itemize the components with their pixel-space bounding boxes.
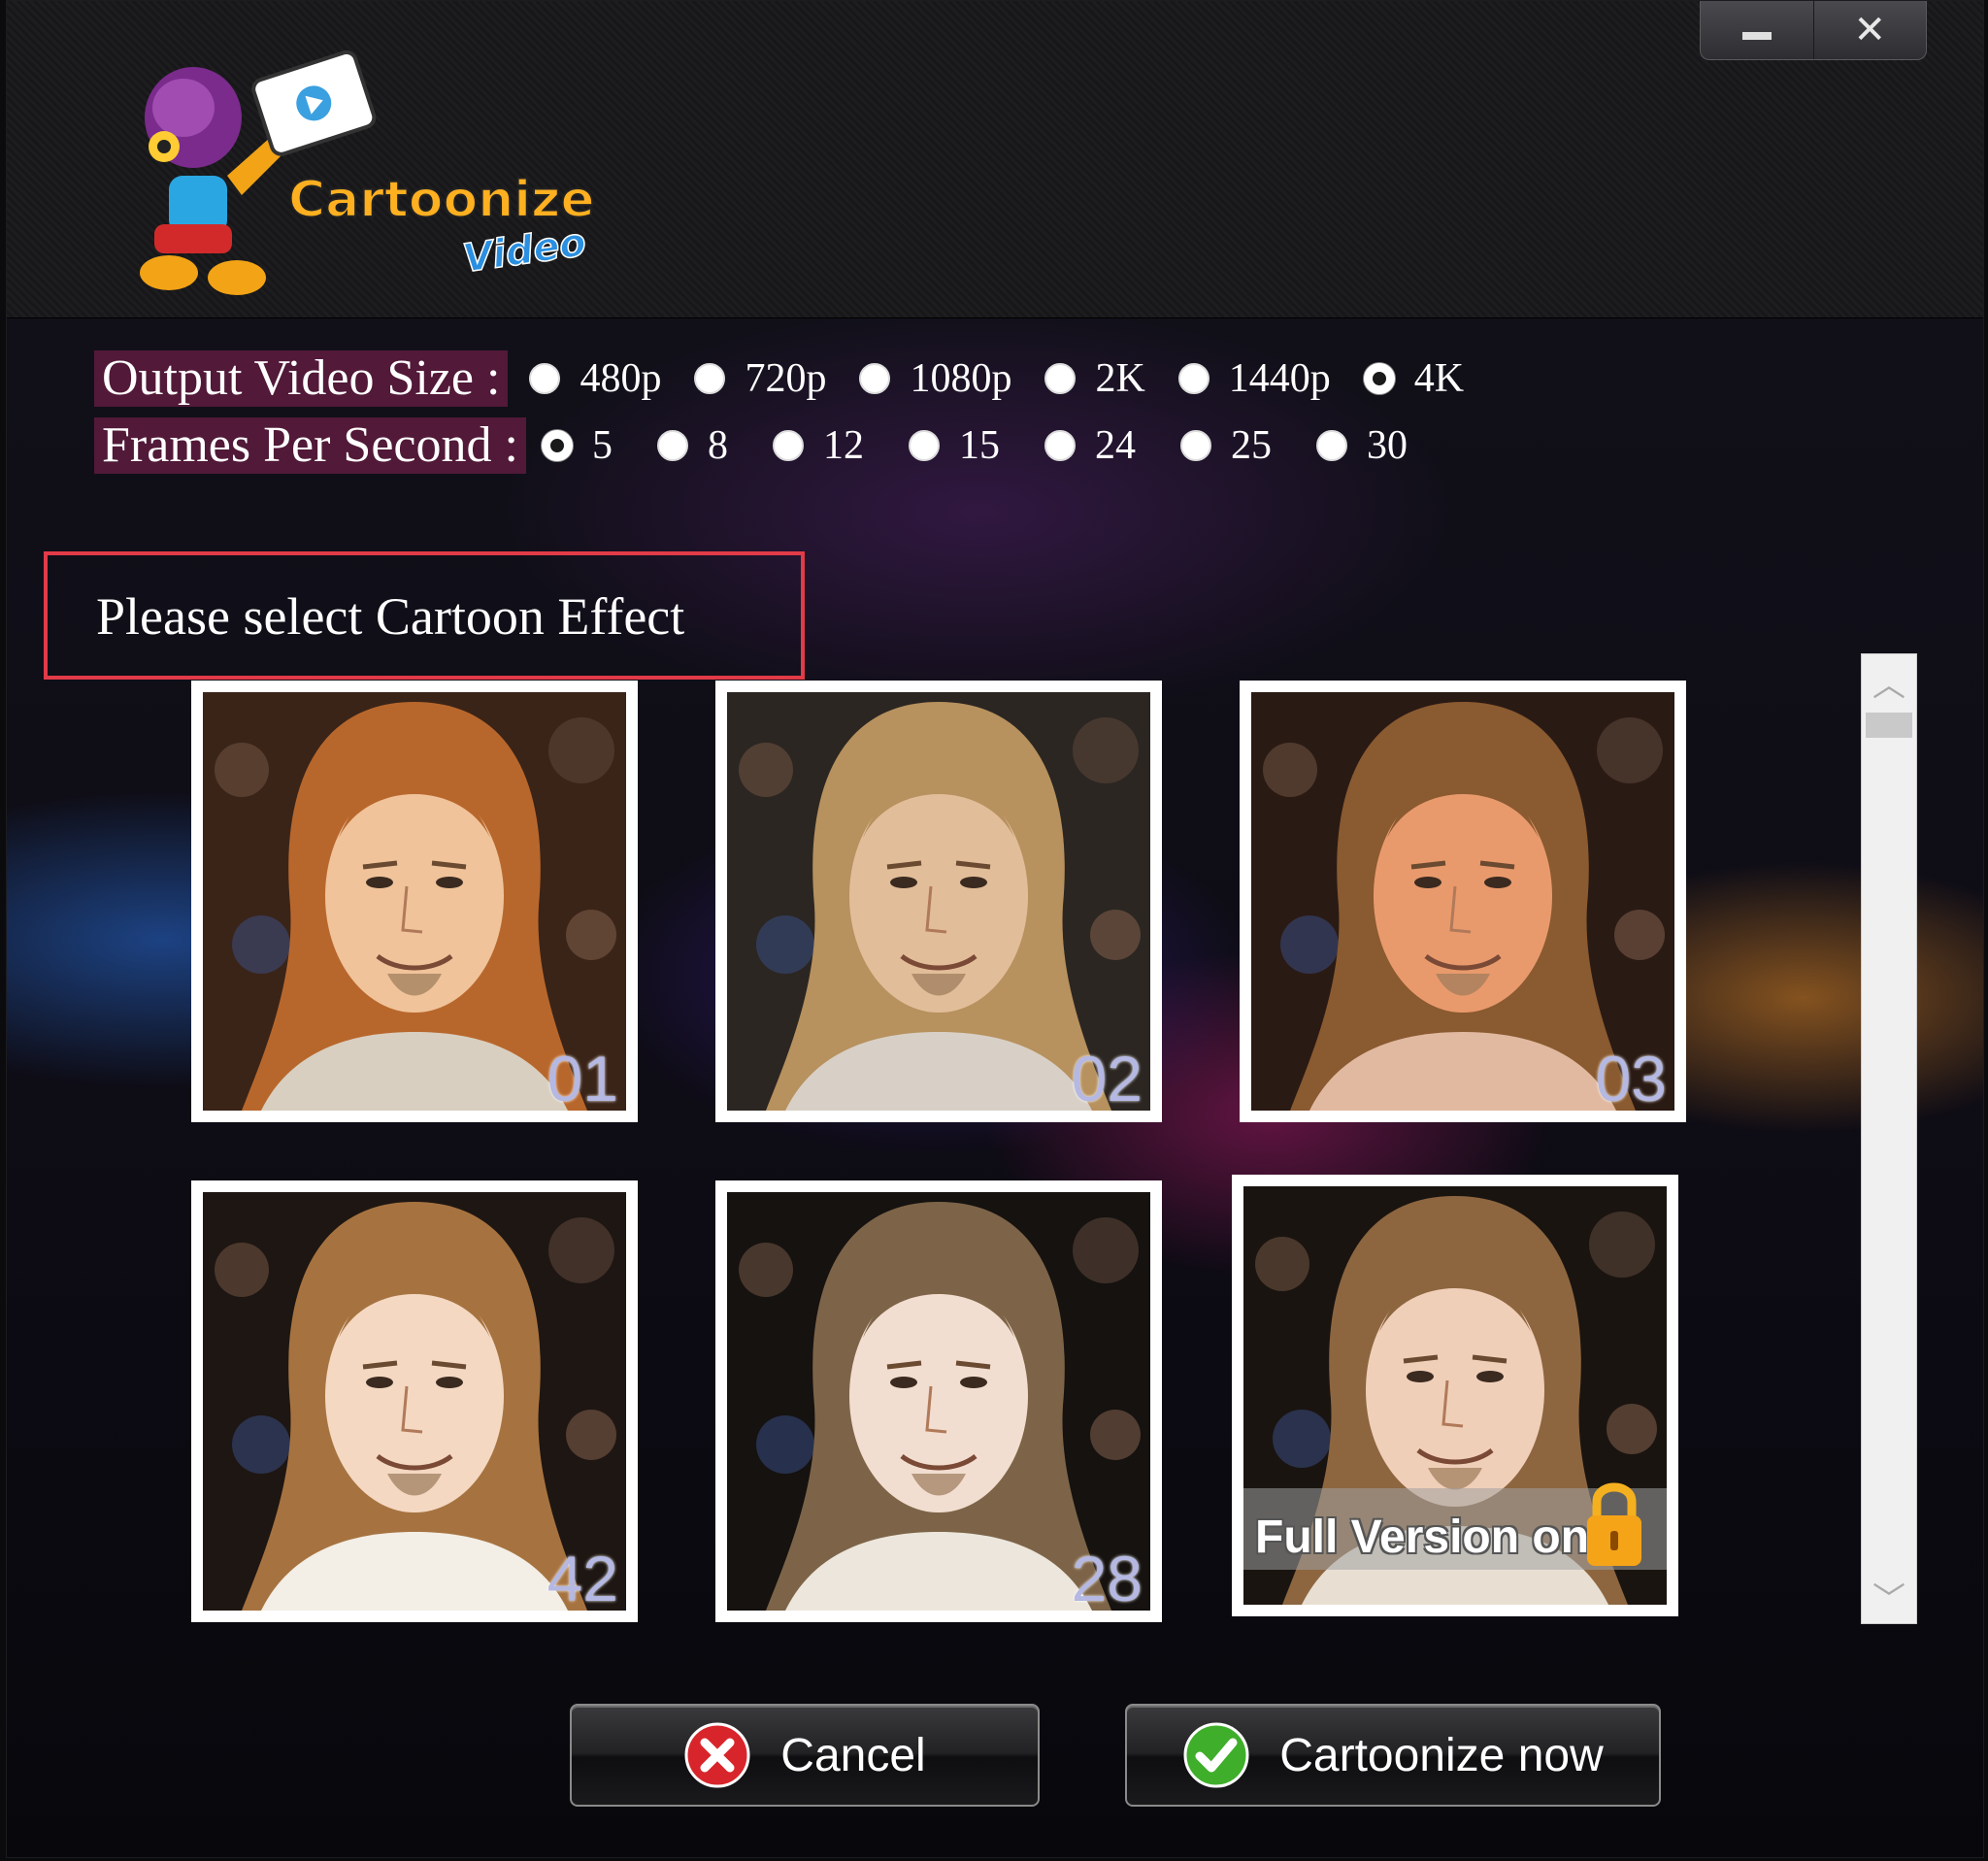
radio-label: 12: [822, 423, 864, 468]
lock-icon: [1587, 1482, 1641, 1566]
effect-number: 03: [1595, 1043, 1667, 1114]
video-card-icon: [251, 50, 377, 156]
app-window: Cartoonize Video ✕ Output Video Size : 4…: [6, 0, 1984, 1858]
logo-word-cartoonize: Cartoonize: [288, 171, 595, 229]
radio-option-30[interactable]: 30: [1315, 422, 1408, 469]
radio-option-1440p[interactable]: 1440p: [1177, 355, 1331, 402]
radio-label: 2K: [1095, 356, 1145, 401]
effect-number: 28: [1071, 1543, 1143, 1614]
radio-label: 1440p: [1228, 356, 1331, 401]
radio-button[interactable]: [656, 430, 688, 461]
radio-label: 4K: [1413, 356, 1465, 401]
radio-option-480p[interactable]: 480p: [529, 355, 661, 402]
cancel-label: Cancel: [780, 1729, 926, 1781]
prompt-text: Please select Cartoon Effect: [96, 587, 685, 646]
locked-label: Full Version only: [1255, 1512, 1629, 1563]
radio-button[interactable]: [541, 430, 573, 461]
radio-label: 25: [1230, 423, 1272, 468]
radio-button[interactable]: [908, 430, 940, 461]
radio-option-15[interactable]: 15: [908, 422, 1000, 469]
radio-button[interactable]: [529, 363, 561, 394]
effect-number: 02: [1071, 1043, 1143, 1114]
radio-option-720p[interactable]: 720p: [694, 355, 826, 402]
radio-button[interactable]: [1044, 430, 1076, 461]
radio-option-25[interactable]: 25: [1179, 422, 1272, 469]
fps-row: Frames Per Second : 5 8 12 15 24 25 30: [94, 417, 1408, 474]
radio-label: 24: [1094, 423, 1136, 468]
close-icon: ✕: [1853, 8, 1886, 52]
minimize-button[interactable]: [1701, 1, 1813, 59]
radio-option-4k[interactable]: 4K: [1363, 355, 1465, 402]
radio-option-2k[interactable]: 2K: [1044, 355, 1145, 402]
cancel-x-icon: [684, 1722, 750, 1788]
radio-label: 15: [958, 423, 1000, 468]
radio-label: 480p: [580, 356, 662, 401]
fps-label: Frames Per Second :: [94, 417, 526, 474]
radio-option-24[interactable]: 24: [1044, 422, 1136, 469]
close-button[interactable]: ✕: [1812, 1, 1927, 59]
cartoonize-now-button[interactable]: Cartoonize now: [1125, 1704, 1661, 1807]
effect-thumbnail[interactable]: 02: [715, 681, 1162, 1122]
radio-button[interactable]: [1179, 430, 1211, 461]
effect-thumbnail[interactable]: Full Version only: [1232, 1175, 1678, 1616]
radio-option-1080p[interactable]: 1080p: [859, 355, 1011, 402]
radio-button[interactable]: [1315, 430, 1347, 461]
effect-thumbnail[interactable]: 03: [1240, 681, 1686, 1122]
radio-button[interactable]: [694, 363, 726, 394]
radio-option-5[interactable]: 5: [541, 422, 613, 469]
effect-thumbnail[interactable]: 28: [715, 1180, 1162, 1622]
header-bar: Cartoonize Video ✕: [7, 1, 1983, 318]
check-icon: [1183, 1722, 1249, 1788]
app-logo: Cartoonize Video: [140, 50, 596, 295]
cartoonize-now-label: Cartoonize now: [1279, 1729, 1604, 1781]
logo-word-video: Video: [460, 220, 588, 282]
cancel-button[interactable]: Cancel: [570, 1704, 1040, 1807]
effect-thumbnail[interactable]: 42: [191, 1180, 638, 1622]
minimize-icon: [1741, 32, 1772, 40]
radio-label: 30: [1366, 423, 1408, 468]
radio-label: 5: [591, 423, 613, 468]
radio-label: 1080p: [910, 356, 1012, 401]
prompt-highlight: Please select Cartoon Effect: [44, 551, 805, 680]
effect-number: 42: [547, 1543, 618, 1614]
radio-option-12[interactable]: 12: [772, 422, 864, 469]
scroll-up-icon[interactable]: ︿: [1862, 654, 1916, 709]
radio-label: 8: [707, 423, 728, 468]
radio-button[interactable]: [1363, 363, 1395, 394]
radio-label: 720p: [745, 356, 827, 401]
radio-button[interactable]: [859, 363, 891, 394]
radio-button[interactable]: [1177, 363, 1209, 394]
effect-number: 01: [547, 1043, 618, 1114]
main-content: Output Video Size : 480p 720p 1080p 2K 1440p…: [7, 318, 1983, 1857]
window-controls: ✕: [1700, 1, 1927, 60]
radio-button[interactable]: [1044, 363, 1077, 394]
radio-button[interactable]: [772, 430, 804, 461]
effect-scrollbar[interactable]: ︿ ﹀: [1861, 653, 1917, 1624]
radio-option-8[interactable]: 8: [656, 422, 728, 469]
effect-thumbnail[interactable]: 01: [191, 681, 638, 1122]
scroll-down-icon[interactable]: ﹀: [1862, 1569, 1916, 1623]
output-size-label: Output Video Size :: [94, 350, 509, 407]
scroll-thumb[interactable]: [1866, 713, 1912, 738]
output-size-row: Output Video Size : 480p 720p 1080p 2K 1440p…: [94, 350, 1464, 407]
